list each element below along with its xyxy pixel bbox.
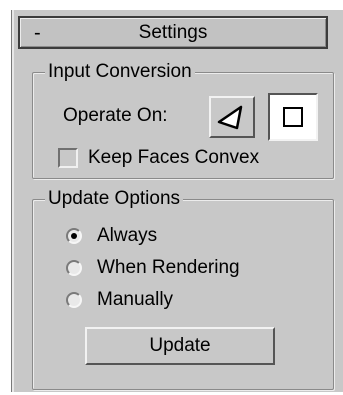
operate-on-polygons-button[interactable] [268,93,318,141]
radio-always[interactable] [66,228,82,244]
settings-panel: - Settings Input Conversion Operate On: … [11,10,343,392]
keep-faces-convex-checkbox[interactable] [58,148,78,168]
keep-faces-convex-label[interactable]: Keep Faces Convex [88,146,259,170]
operate-on-faces-button[interactable] [209,96,255,138]
operate-on-label: Operate On: [63,105,168,126]
panel-edge [12,10,14,392]
radio-manually-label[interactable]: Manually [97,288,173,312]
radio-manually[interactable] [66,292,82,308]
radio-when-rendering-label[interactable]: When Rendering [97,256,240,280]
settings-rollout-header[interactable]: - Settings [18,16,328,49]
input-conversion-title: Input Conversion [45,60,195,84]
rollout-title: Settings [138,22,208,43]
input-conversion-group: Input Conversion Operate On: Keep Faces … [32,60,334,179]
update-options-title: Update Options [45,187,184,211]
update-options-group: Update Options Always When Rendering Man… [32,187,334,390]
radio-when-rendering[interactable] [66,260,82,276]
radio-always-label[interactable]: Always [97,224,157,248]
triangle-face-icon [217,105,243,130]
square-polygon-icon [283,107,303,127]
radio-selected-dot [71,233,77,239]
update-button[interactable]: Update [85,327,275,365]
